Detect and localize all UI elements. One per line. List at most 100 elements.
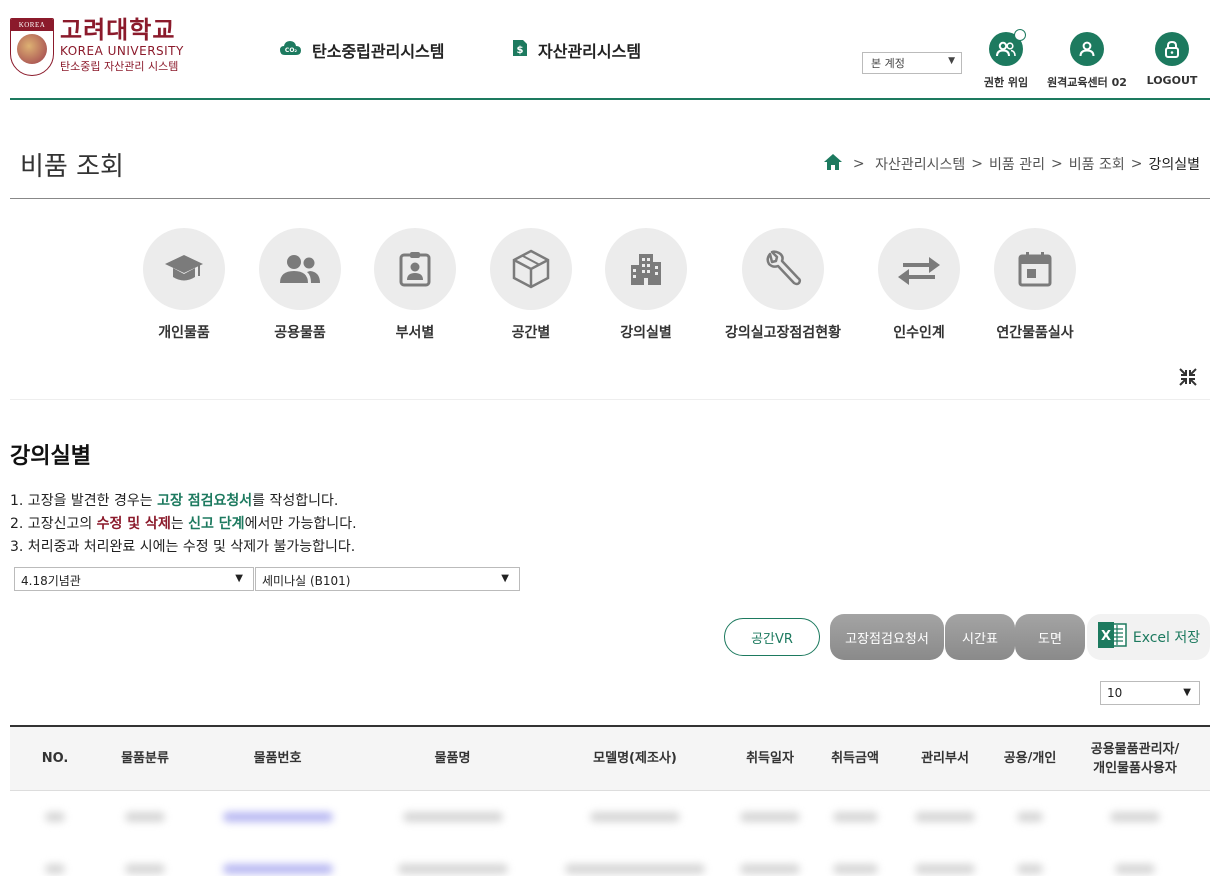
users-shield-icon (989, 29, 1026, 66)
category-handover[interactable]: 인수인계 (859, 228, 979, 342)
column-header[interactable]: 물품분류 (100, 749, 190, 768)
category-space[interactable]: 공간별 (471, 228, 591, 342)
category-repair-status[interactable]: 강의실고장점검현황 (723, 228, 843, 342)
chevron-down-icon: ▼ (235, 573, 243, 584)
cube-icon (490, 228, 572, 310)
remote-center-account[interactable]: 원격교육센터 02 (1042, 32, 1132, 90)
nav-carbon-system[interactable]: CO₂ 탄소중립관리시스템 (280, 38, 444, 62)
users-icon (259, 228, 341, 310)
svg-text:X: X (1101, 629, 1111, 644)
items-table: NO. 물품분류 물품번호 물품명 모델명(제조사) 취득일자 취득금액 관리부… (10, 725, 1210, 876)
remote-center-label: 원격교육센터 02 (1047, 76, 1127, 89)
building-select[interactable]: 4.18기념관 ▼ (14, 567, 254, 591)
breadcrumb-separator: > (1130, 156, 1143, 172)
notice-list: 1. 고장을 발견한 경우는 고장 점검요청서를 작성합니다. 2. 고장신고의… (10, 490, 357, 559)
breadcrumb-item[interactable]: 자산관리시스템 (875, 154, 965, 174)
notice-highlight: 신고 단계 (188, 516, 245, 532)
nav-asset-system[interactable]: $ 자산관리시스템 (512, 38, 641, 62)
category-label: 연간물품실사 (996, 325, 1074, 341)
svg-text:CO₂: CO₂ (285, 47, 298, 54)
category-label: 공간별 (511, 325, 551, 341)
breadcrumb-separator: > (971, 156, 984, 172)
column-header[interactable]: 공용/개인 (990, 749, 1070, 768)
breadcrumb-item[interactable]: 비품 조회 (1069, 154, 1125, 174)
excel-save-button[interactable]: X Excel 저장 (1087, 614, 1210, 660)
notice-item: 3. 처리중과 처리완료 시에는 수정 및 삭제가 불가능합니다. (10, 536, 357, 559)
category-annual-audit[interactable]: 연간물품실사 (975, 228, 1095, 342)
category-shared[interactable]: 공용물품 (240, 228, 360, 342)
building-icon (605, 228, 687, 310)
column-header[interactable]: 모델명(제조사) (540, 749, 730, 768)
category-label: 부서별 (395, 325, 435, 341)
category-classroom[interactable]: 강의실별 (586, 228, 706, 342)
breadcrumb-item[interactable]: 비품 관리 (989, 154, 1045, 174)
table-row[interactable] (10, 791, 1210, 843)
delegate-permission-label: 권한 위임 (983, 76, 1029, 89)
shield-badge (1014, 29, 1026, 41)
chevron-down-icon: ▼ (948, 56, 955, 66)
collapse-icon[interactable] (1178, 367, 1198, 391)
column-header[interactable]: 물품번호 (190, 749, 365, 768)
repair-request-button[interactable]: 고장점검요청서 (830, 614, 944, 660)
logo-subtitle: 탄소중립 자산관리 시스템 (60, 60, 179, 73)
notice-text: 3. 처리중과 처리완료 시에는 수정 및 삭제가 불가능합니다. (10, 539, 356, 555)
excel-icon: X (1097, 621, 1127, 653)
nav-asset-label: 자산관리시스템 (538, 42, 642, 61)
excel-save-label: Excel 저장 (1132, 630, 1201, 646)
user-icon (1070, 32, 1104, 66)
notice-highlight: 수정 및 삭제 (96, 516, 171, 532)
category-label: 강의실별 (620, 325, 672, 341)
university-emblem-icon: KOREA (10, 18, 54, 76)
logo-title: 고려대학교 (60, 16, 176, 44)
divider (10, 399, 1210, 400)
column-header[interactable]: 취득일자 (730, 749, 810, 768)
breadcrumb: > 자산관리시스템 > 비품 관리 > 비품 조회 > 강의실별 (824, 154, 1200, 174)
delegate-permission-button[interactable]: 권한 위임 (976, 29, 1036, 90)
emblem-band: KOREA (11, 19, 53, 31)
logo-english: KOREA UNIVERSITY (60, 44, 184, 58)
nav-carbon-label: 탄소중립관리시스템 (312, 42, 445, 61)
calendar-icon (994, 228, 1076, 310)
category-department[interactable]: 부서별 (355, 228, 475, 342)
page-size-select[interactable]: 10 ▼ (1100, 681, 1200, 705)
category-label: 강의실고장점검현황 (725, 325, 841, 341)
logout-label: LOGOUT (1146, 74, 1198, 87)
notice-text: 2. 고장신고의 (10, 516, 97, 532)
column-header[interactable]: 공용물품관리자/ 개인물품사용자 (1070, 740, 1200, 778)
category-label: 공용물품 (274, 325, 326, 341)
room-select-value: 세미나실 (B101) (262, 574, 351, 588)
column-header[interactable]: 관리부서 (900, 749, 990, 768)
home-icon[interactable] (824, 154, 843, 174)
category-label: 인수인계 (893, 325, 945, 341)
exchange-icon (878, 228, 960, 310)
breadcrumb-separator: > (1051, 156, 1063, 172)
space-vr-button[interactable]: 공간VR (724, 618, 820, 656)
chevron-down-icon: ▼ (501, 573, 509, 584)
table-header: NO. 물품분류 물품번호 물품명 모델명(제조사) 취득일자 취득금액 관리부… (10, 727, 1210, 791)
account-select[interactable]: 본 계정 ▼ (862, 52, 962, 74)
notice-item: 2. 고장신고의 수정 및 삭제는 신고 단계에서만 가능합니다. (10, 513, 357, 536)
notice-text: 에서만 가능합니다. (244, 516, 357, 532)
divider (10, 198, 1210, 199)
table-row[interactable] (10, 843, 1210, 876)
id-badge-icon (374, 228, 456, 310)
floorplan-button[interactable]: 도면 (1015, 614, 1085, 660)
column-header[interactable]: NO. (10, 749, 100, 768)
column-header[interactable]: 물품명 (365, 749, 540, 768)
timetable-button[interactable]: 시간표 (945, 614, 1015, 660)
notice-text: 는 (170, 516, 189, 532)
tiger-emblem (17, 34, 47, 64)
room-select[interactable]: 세미나실 (B101) ▼ (255, 567, 520, 591)
header: KOREA 고려대학교 KOREA UNIVERSITY 탄소중립 자산관리 시… (10, 0, 1210, 100)
column-header[interactable]: 취득금액 (810, 749, 900, 768)
logout-button[interactable]: LOGOUT (1142, 32, 1202, 87)
building-select-value: 4.18기념관 (21, 574, 81, 588)
university-logo[interactable]: KOREA 고려대학교 KOREA UNIVERSITY 탄소중립 자산관리 시… (10, 18, 184, 76)
page-title: 비품 조회 (20, 152, 124, 182)
breadcrumb-current: 강의실별 (1148, 157, 1200, 173)
breadcrumb-separator: > (848, 156, 870, 172)
category-personal[interactable]: 개인물품 (124, 228, 244, 342)
notice-text: 를 작성합니다. (252, 493, 339, 509)
graduation-cap-icon (143, 228, 225, 310)
money-doc-icon: $ (512, 39, 528, 61)
